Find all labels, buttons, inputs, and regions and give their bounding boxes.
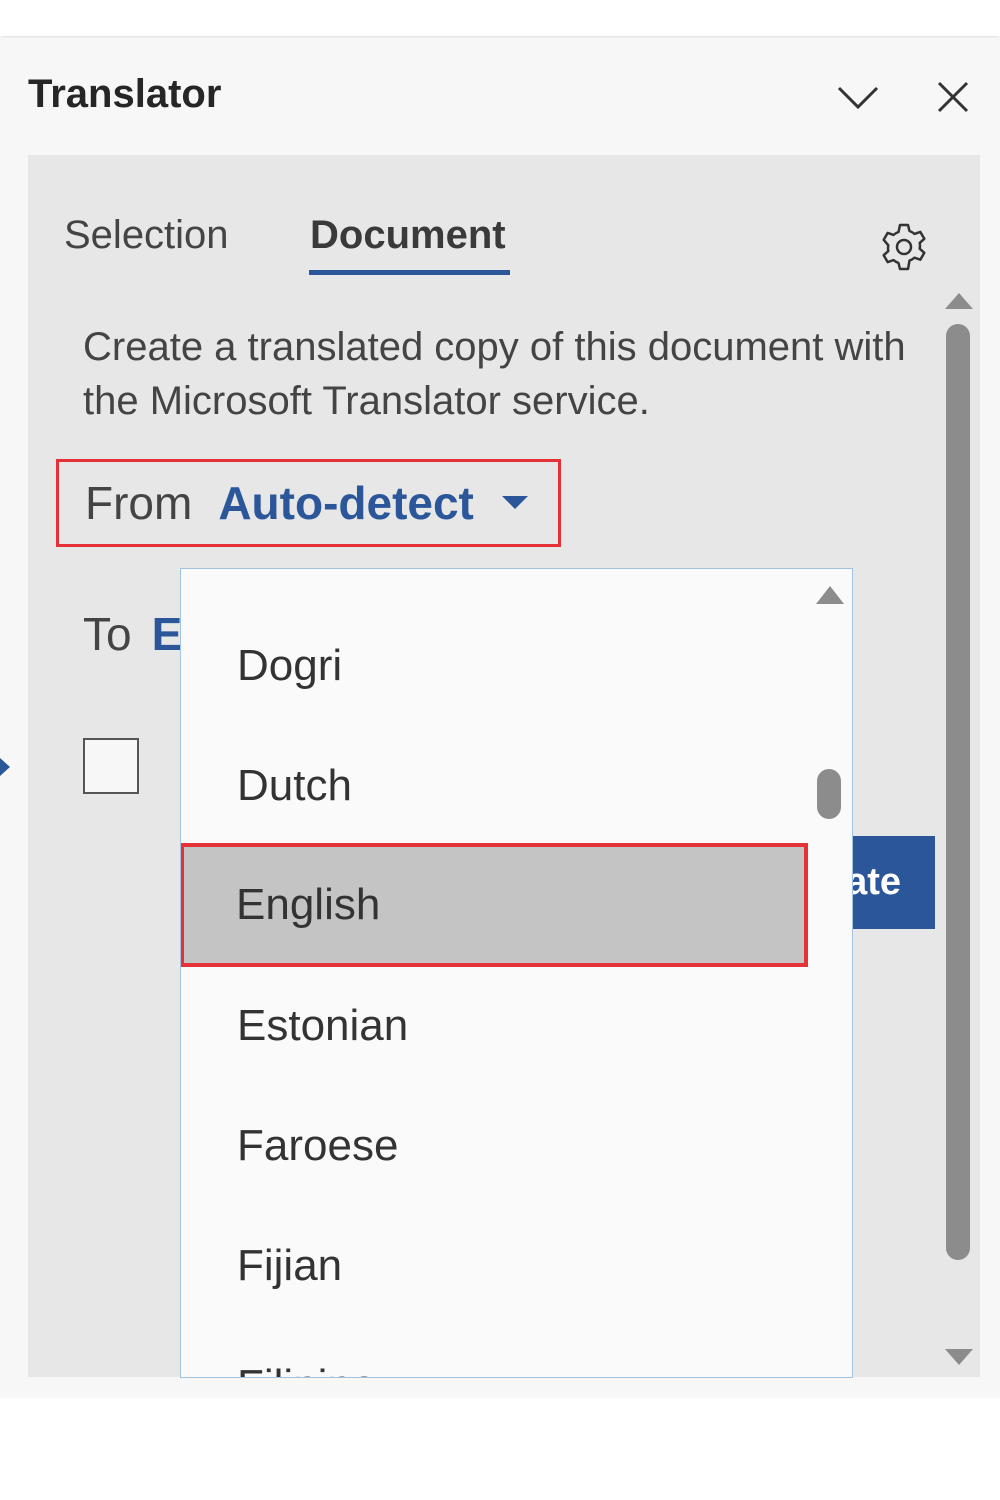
language-option[interactable]: Dutch	[181, 726, 806, 846]
language-option[interactable]: Estonian	[181, 966, 806, 1086]
from-language-selector[interactable]: From Auto-detect	[56, 459, 561, 547]
scroll-down-button[interactable]	[944, 1346, 974, 1368]
option-checkbox[interactable]	[83, 738, 139, 794]
triangle-up-icon	[816, 586, 844, 604]
top-strip	[0, 0, 1000, 36]
collapse-pane-button[interactable]	[833, 72, 883, 122]
tab-selection[interactable]: Selection	[64, 213, 229, 258]
from-label: From	[85, 477, 193, 529]
language-option[interactable]: Fijian	[181, 1206, 806, 1326]
language-option[interactable]: Faroese	[181, 1086, 806, 1206]
pane-title: Translator	[28, 72, 222, 116]
from-value: Auto-detect	[218, 477, 474, 529]
triangle-down-icon	[945, 1349, 973, 1365]
tab-document[interactable]: Document	[310, 213, 506, 258]
to-language-selector[interactable]: To E	[83, 607, 182, 661]
dropdown-scroll-thumb[interactable]	[817, 769, 841, 819]
language-option[interactable]: Dogri	[181, 606, 806, 726]
triangle-up-icon	[945, 293, 973, 309]
translate-button-label: ate	[846, 861, 901, 903]
pane-scrollbar[interactable]	[944, 290, 974, 1377]
to-label: To	[83, 608, 132, 660]
chevron-down-icon	[837, 86, 879, 110]
caret-down-icon	[501, 496, 528, 509]
language-option[interactable]: Filipino	[181, 1326, 806, 1377]
to-value: E	[151, 608, 183, 660]
active-tab-indicator	[309, 270, 510, 275]
edge-arrow-icon	[0, 758, 10, 776]
description-text: Create a translated copy of this documen…	[83, 325, 906, 423]
language-dropdown-list[interactable]: Dogri Dutch English Estonian Faroese Fij…	[180, 568, 853, 1378]
scroll-thumb[interactable]	[946, 324, 970, 1260]
language-option-selected[interactable]: English	[181, 843, 808, 967]
gear-icon	[882, 223, 926, 271]
close-pane-button[interactable]	[928, 72, 978, 122]
dropdown-scroll-up-button[interactable]	[815, 583, 845, 607]
scroll-up-button[interactable]	[944, 290, 974, 312]
close-icon	[937, 81, 969, 113]
settings-button[interactable]	[876, 219, 932, 275]
